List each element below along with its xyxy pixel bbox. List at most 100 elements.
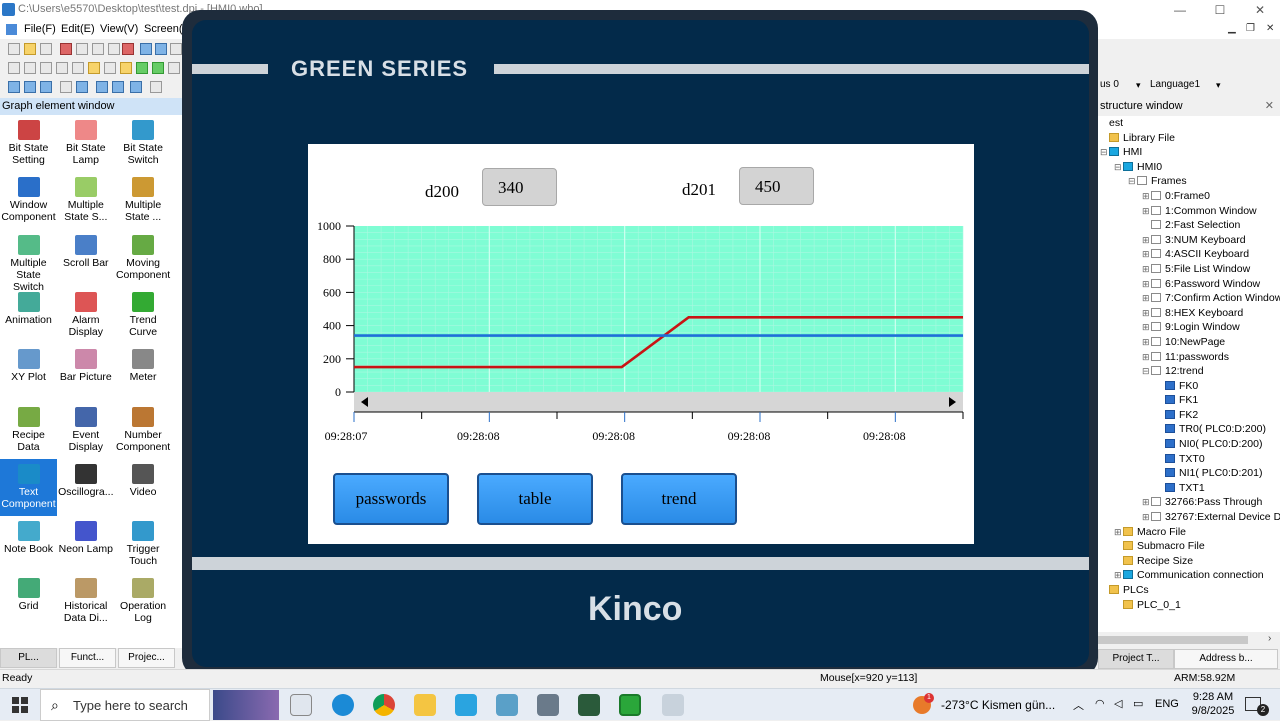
chrome-icon[interactable]	[373, 694, 395, 716]
grid-align-icon[interactable]	[24, 62, 36, 74]
tab-address-book[interactable]: Address b...	[1174, 649, 1278, 669]
tree-node[interactable]: ⊟ HMI0	[1098, 160, 1280, 175]
expand-icon[interactable]: ⊞	[1114, 568, 1123, 583]
graph-item-bar-picture[interactable]: Bar Picture	[57, 344, 114, 401]
tree-node[interactable]: ⊟ HMI	[1098, 145, 1280, 160]
collapse-icon[interactable]: ⊟	[1128, 174, 1137, 189]
tree-node[interactable]: PLCs	[1098, 583, 1280, 598]
graph-item-trend-curve[interactable]: Trend Curve	[115, 287, 172, 344]
menu-edit[interactable]: Edit(E)	[61, 23, 95, 35]
app-paper-icon[interactable]	[496, 694, 518, 716]
tree-node[interactable]: NI0( PLC0:D:200)	[1098, 437, 1280, 452]
expand-icon[interactable]: ⊞	[1114, 525, 1123, 540]
d201-value[interactable]: 450	[739, 167, 814, 205]
close-button[interactable]: ✕	[1240, 0, 1280, 20]
undo-icon[interactable]	[140, 43, 152, 55]
more-icon[interactable]	[170, 43, 182, 55]
tray-chevron-icon[interactable]: ︿	[1073, 697, 1084, 713]
expand-icon[interactable]: ⊞	[1142, 189, 1151, 204]
graph-item-note-book[interactable]: Note Book	[0, 516, 57, 573]
graph-item-xy-plot[interactable]: XY Plot	[0, 344, 57, 401]
open-icon[interactable]	[24, 43, 36, 55]
graph-item-moving-component[interactable]: Moving Component	[115, 230, 172, 287]
graph-item-text-component[interactable]: Text Component	[0, 458, 57, 516]
expand-icon[interactable]: ⊞	[1142, 277, 1151, 292]
tree-node[interactable]: Library File	[1098, 131, 1280, 146]
mdi-restore-button[interactable]: ❐	[1246, 23, 1255, 34]
graph-item-oscillograph[interactable]: Oscillogra...	[57, 459, 114, 516]
tree-node[interactable]: ⊞ 6:Password Window	[1098, 277, 1280, 292]
graph-item-animation[interactable]: Animation	[0, 287, 57, 344]
maximize-button[interactable]: ☐	[1200, 0, 1240, 20]
input-language[interactable]: ENG	[1155, 698, 1179, 710]
tree-node[interactable]: TXT0	[1098, 452, 1280, 467]
plc-combo[interactable]: us 0	[1100, 79, 1119, 94]
network-icon[interactable]: ◠	[1095, 697, 1105, 710]
weather-text[interactable]: -273°C Kismen gün...	[941, 698, 1055, 712]
group-icon[interactable]	[56, 62, 68, 74]
tree-node[interactable]: ⊞ 7:Confirm Action Window	[1098, 291, 1280, 306]
download-icon[interactable]	[76, 81, 88, 93]
file-explorer-icon[interactable]	[414, 694, 436, 716]
tab-project[interactable]: Projec...	[118, 648, 175, 668]
first-icon[interactable]	[8, 81, 20, 93]
tree-node[interactable]: PLC_0_1	[1098, 598, 1280, 613]
graph-item-scroll-bar[interactable]: Scroll Bar	[57, 230, 114, 287]
distribute-icon[interactable]	[40, 62, 52, 74]
tree-node[interactable]: ⊞ 3:NUM Keyboard	[1098, 233, 1280, 248]
menu-view[interactable]: View(V)	[100, 23, 138, 35]
combo-arrow-icon[interactable]: ▾	[1136, 80, 1141, 91]
duplicate-icon[interactable]	[108, 43, 120, 55]
graph-item-bit-state-setting[interactable]: Bit State Setting	[0, 115, 57, 172]
language-arrow-icon[interactable]: ▾	[1216, 80, 1221, 91]
expand-icon[interactable]: ⊞	[1142, 247, 1151, 262]
tree-node[interactable]: FK1	[1098, 393, 1280, 408]
redo-icon[interactable]	[155, 43, 167, 55]
settings-icon[interactable]	[150, 81, 162, 93]
battery-icon[interactable]: ▭	[1133, 697, 1143, 710]
music-icon[interactable]	[88, 62, 100, 74]
app-green-icon[interactable]	[619, 694, 641, 716]
expand-icon[interactable]: ⊞	[1142, 306, 1151, 321]
compile-icon[interactable]	[60, 81, 72, 93]
app-pen-icon[interactable]	[662, 694, 684, 716]
prev-icon[interactable]	[24, 81, 36, 93]
tree-node[interactable]: TR0( PLC0:D:200)	[1098, 422, 1280, 437]
tree-node[interactable]: ⊟ Frames	[1098, 174, 1280, 189]
tree-node[interactable]: TXT1	[1098, 481, 1280, 496]
graph-item-bit-state-switch[interactable]: Bit State Switch	[115, 115, 172, 172]
expand-icon[interactable]: ⊞	[1142, 335, 1151, 350]
graph-item-number-component[interactable]: Number Component	[115, 402, 172, 459]
app-blue-icon[interactable]	[455, 694, 477, 716]
cut-icon[interactable]	[60, 43, 72, 55]
align-icon[interactable]	[8, 62, 20, 74]
tree-node[interactable]: ⊟ 12:trend	[1098, 364, 1280, 379]
tree-node[interactable]: FK0	[1098, 379, 1280, 394]
trend-button[interactable]: trend	[621, 473, 737, 525]
bitmap-icon[interactable]	[120, 62, 132, 74]
tree-node[interactable]: NI1( PLC0:D:201)	[1098, 466, 1280, 481]
graph-item-window-component[interactable]: Window Component	[0, 172, 57, 229]
task-view-icon[interactable]	[290, 694, 312, 716]
edge-icon[interactable]	[332, 694, 354, 716]
menu-file[interactable]: File(F)	[24, 23, 56, 35]
graph-item-multiple-state-setting[interactable]: Multiple State S...	[57, 172, 114, 229]
expand-icon[interactable]: ⊞	[1142, 262, 1151, 277]
graph-item-video[interactable]: Video	[115, 459, 172, 516]
image-icon[interactable]	[136, 62, 148, 74]
collapse-icon[interactable]: ⊟	[1114, 160, 1123, 175]
image2-icon[interactable]	[152, 62, 164, 74]
forward-icon[interactable]	[130, 81, 142, 93]
tree-node[interactable]: ⊞ Macro File	[1098, 525, 1280, 540]
simulate-online-icon[interactable]	[112, 81, 124, 93]
graph-item-neon-lamp[interactable]: Neon Lamp	[57, 516, 114, 573]
speaker-icon[interactable]: ◁	[1114, 697, 1122, 710]
app-tools-icon[interactable]	[537, 694, 559, 716]
copy-icon[interactable]	[76, 43, 88, 55]
expand-icon[interactable]: ⊞	[1142, 350, 1151, 365]
close-pane-icon[interactable]: ✕	[1265, 99, 1274, 112]
scroll-right-icon[interactable]: ›	[1268, 633, 1271, 644]
tree-node[interactable]: Recipe Size	[1098, 554, 1280, 569]
clock-time[interactable]: 9:28 AM	[1190, 691, 1236, 703]
graph-item-operation-log[interactable]: Operation Log	[115, 573, 172, 630]
